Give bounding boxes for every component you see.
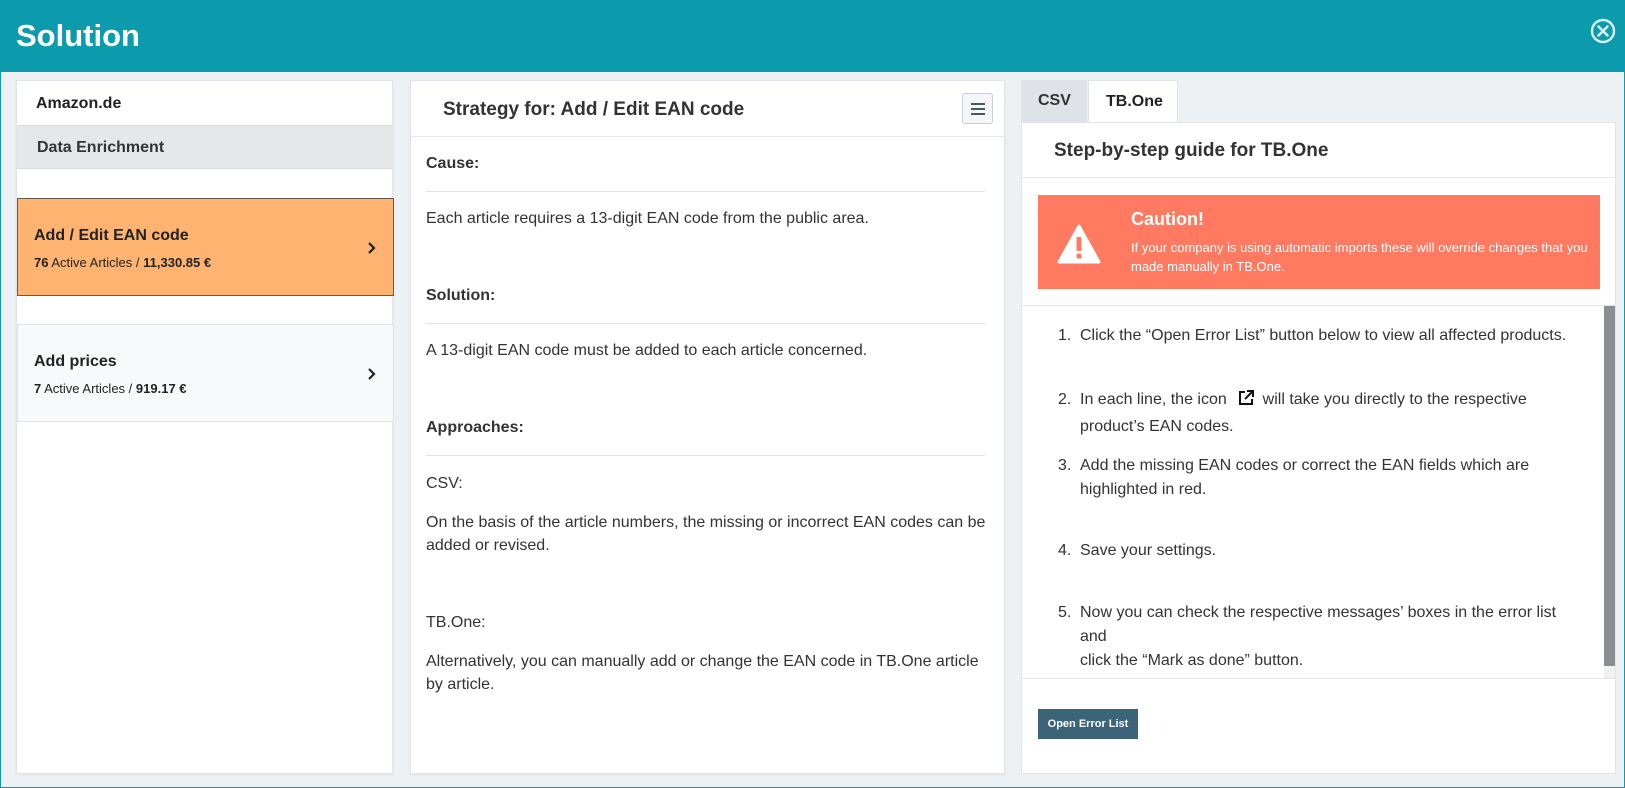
caution-message: If your company is using automatic impor… bbox=[1131, 240, 1588, 274]
issue-title: Add prices bbox=[34, 353, 117, 370]
divider bbox=[426, 323, 985, 324]
step-item: 3. Add the missing EAN codes or correct … bbox=[1058, 454, 1530, 502]
tab-tbone[interactable]: TB.One bbox=[1088, 80, 1178, 122]
steps-scrollbar[interactable] bbox=[1604, 306, 1615, 678]
divider bbox=[426, 191, 985, 192]
step-text: Save your settings. bbox=[1080, 542, 1217, 559]
guide-title: Step-by-step guide for TB.One bbox=[1022, 123, 1615, 178]
guide-tabs: CSV TB.One bbox=[1021, 80, 1616, 122]
hamburger-icon bbox=[971, 103, 985, 105]
open-error-list-button[interactable]: Open Error List bbox=[1038, 709, 1138, 739]
tbone-label: TB.One: bbox=[426, 614, 486, 631]
cause-heading: Cause: bbox=[426, 155, 480, 172]
article-amount: 11,330.85 € bbox=[143, 255, 212, 270]
chevron-right-icon bbox=[368, 368, 376, 380]
hamburger-icon-line bbox=[971, 113, 985, 115]
solution-window: Solution Amazon.de Data Enrichment Add /… bbox=[0, 0, 1625, 788]
title-bar: Solution bbox=[1, 1, 1624, 72]
step-number: 2. bbox=[1058, 391, 1072, 408]
article-count: 76 bbox=[34, 255, 49, 270]
category-header[interactable]: Data Enrichment bbox=[17, 125, 392, 169]
scrollbar-thumb[interactable] bbox=[1604, 306, 1615, 666]
step-number: 5. bbox=[1058, 604, 1072, 621]
cause-text: Each article requires a 13-digit EAN cod… bbox=[426, 210, 869, 227]
approaches-heading: Approaches: bbox=[426, 419, 524, 436]
step-number: 3. bbox=[1058, 457, 1072, 474]
step-number: 1. bbox=[1058, 327, 1072, 344]
step-item: 5. Now you can check the respective mess… bbox=[1058, 601, 1580, 673]
issue-card-prices[interactable]: Add prices 7 Active Articles / 919.17 € bbox=[17, 324, 394, 422]
step-text: click the “Mark as done” button. bbox=[1080, 652, 1304, 669]
issues-panel: Amazon.de Data Enrichment Add / Edit EAN… bbox=[16, 80, 394, 774]
issue-summary: 76 Active Articles / 11,330.85 € bbox=[34, 255, 377, 270]
step-text: Click the “Open Error List” button below… bbox=[1080, 327, 1567, 344]
article-amount: 919.17 € bbox=[135, 381, 187, 396]
steps-list: 1. Click the “Open Error List” button be… bbox=[1022, 305, 1615, 679]
article-count-label: Active Articles / bbox=[44, 381, 133, 396]
caution-title: Caution! bbox=[1131, 209, 1204, 229]
strategy-panel: Strategy for: Add / Edit EAN code Cause:… bbox=[410, 80, 1005, 774]
external-link-icon bbox=[1239, 390, 1255, 405]
chevron-right-icon bbox=[368, 242, 376, 254]
strategy-title: Strategy for: Add / Edit EAN code bbox=[443, 99, 745, 120]
divider bbox=[426, 455, 985, 456]
csv-text-line2: added or revised. bbox=[426, 537, 550, 554]
step-item: 2. In each line, the icon will take you … bbox=[1058, 388, 1527, 439]
step-number: 4. bbox=[1058, 542, 1072, 559]
guide-content: Step-by-step guide for TB.One Caution! I… bbox=[1021, 122, 1616, 774]
tab-csv[interactable]: CSV bbox=[1021, 80, 1087, 122]
strategy-header: Strategy for: Add / Edit EAN code bbox=[411, 81, 1004, 137]
step-text: In each line, the icon bbox=[1080, 391, 1227, 408]
step-text: will take you directly to the respective bbox=[1262, 391, 1527, 408]
marketplace-label: Amazon.de bbox=[36, 95, 122, 112]
step-text: highlighted in red. bbox=[1080, 481, 1207, 498]
hamburger-icon-line bbox=[971, 108, 985, 110]
issue-title: Add / Edit EAN code bbox=[34, 227, 189, 244]
csv-text-line1: On the basis of the article numbers, the… bbox=[426, 514, 986, 531]
tbone-text-line1: Alternatively, you can manually add or c… bbox=[426, 653, 979, 670]
warning-icon bbox=[1057, 224, 1101, 264]
step-text: Add the missing EAN codes or correct the… bbox=[1080, 457, 1530, 474]
issue-summary: 7 Active Articles / 919.17 € bbox=[34, 381, 377, 396]
close-icon[interactable] bbox=[1590, 18, 1616, 44]
window-title: Solution bbox=[16, 18, 140, 53]
step-item: 1. Click the “Open Error List” button be… bbox=[1058, 324, 1567, 348]
step-text: Now you can check the respective message… bbox=[1080, 604, 1557, 645]
step-item: 4. Save your settings. bbox=[1058, 539, 1217, 563]
issue-card-ean[interactable]: Add / Edit EAN code 76 Active Articles /… bbox=[17, 198, 394, 296]
tbone-text-line2: by article. bbox=[426, 676, 495, 693]
article-count: 7 bbox=[34, 381, 42, 396]
solution-text: A 13-digit EAN code must be added to eac… bbox=[426, 342, 868, 359]
step-text: product’s EAN codes. bbox=[1080, 418, 1234, 435]
solution-heading: Solution: bbox=[426, 287, 496, 304]
article-count-label: Active Articles / bbox=[51, 255, 140, 270]
csv-label: CSV: bbox=[426, 475, 463, 492]
guide-panel: CSV TB.One Step-by-step guide for TB.One… bbox=[1021, 80, 1616, 774]
menu-button[interactable] bbox=[962, 93, 993, 124]
caution-alert: Caution! If your company is using automa… bbox=[1038, 195, 1600, 289]
